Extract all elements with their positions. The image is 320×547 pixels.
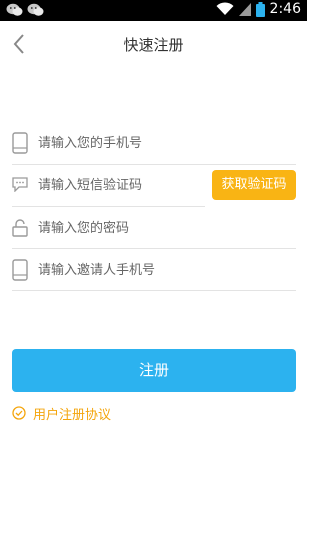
phone-icon [12,259,28,281]
phone-icon [12,132,28,154]
sms-code-input[interactable] [38,164,206,206]
inviter-phone-input[interactable] [38,249,288,291]
phone-row [12,122,296,164]
battery-icon [255,1,265,17]
password-input[interactable] [38,207,288,249]
phone-input[interactable] [38,122,288,164]
status-bar: 2:46 [0,0,307,21]
wechat-icon [27,3,44,16]
message-icon [12,177,28,192]
notification-icons [6,3,44,17]
clock: 2:46 [269,1,301,17]
lock-icon [12,219,28,237]
get-code-button[interactable]: 获取验证码 [212,170,296,200]
sms-code-row [12,164,208,206]
page-title: 快速注册 [123,36,184,54]
check-circle-icon [12,406,26,420]
agreement-label: 用户注册协议 [33,407,112,423]
wifi-icon [216,2,234,15]
system-icons: 2:46 [216,1,301,17]
signal-icon [238,3,251,16]
password-row [12,207,296,249]
header: 快速注册 [0,21,307,67]
divider [12,290,296,291]
inviter-phone-row [12,249,296,291]
register-button[interactable]: 注册 [12,349,296,392]
agreement-link[interactable]: 用户注册协议 [12,404,112,423]
wechat-icon [6,3,23,16]
